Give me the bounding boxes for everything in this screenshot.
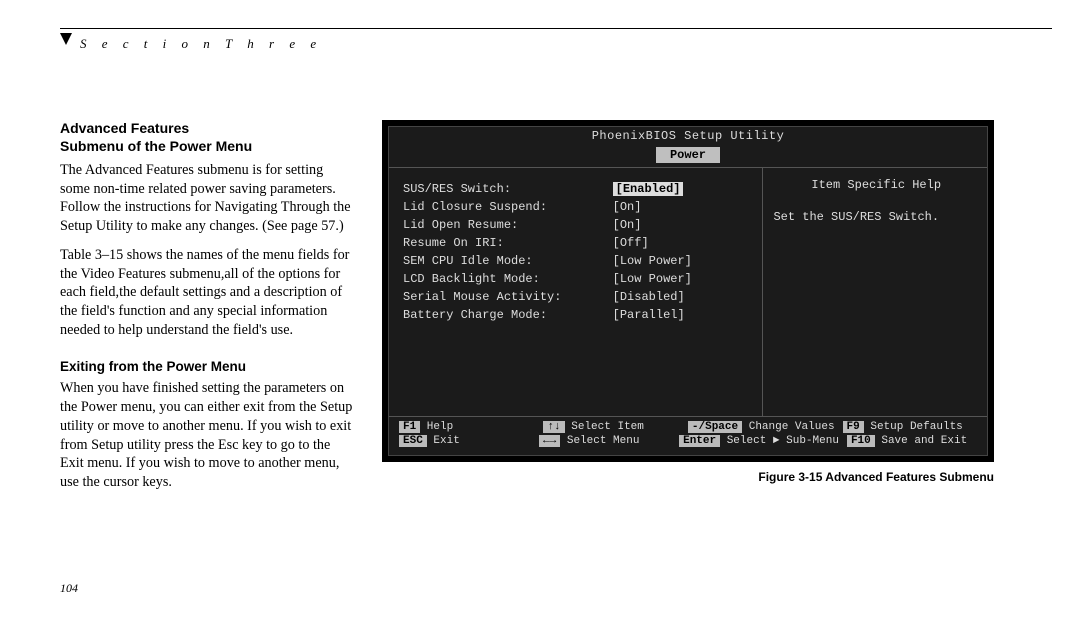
bios-field-label: Resume On IRI: (403, 236, 613, 250)
bios-menu-tab: Power (389, 147, 987, 163)
bios-screenshot: PhoenixBIOS Setup Utility Power SUS/RES … (382, 120, 994, 462)
bios-key-hint: ESC Exit (399, 435, 531, 447)
paragraph-exiting: When you have finished setting the param… (60, 379, 355, 491)
bios-key: ESC (399, 435, 427, 447)
heading-advanced-features: Advanced Features Submenu of the Power M… (60, 120, 355, 155)
bios-field-row: Lid Closure Suspend:[On] (403, 200, 752, 214)
bios-key-hint: F1 Help (399, 421, 535, 433)
heading-line2: Submenu of the Power Menu (60, 138, 252, 154)
bios-field-value: [Parallel] (613, 308, 753, 322)
bios-help-title: Item Specific Help (773, 178, 979, 192)
bios-tab-label: Power (656, 147, 720, 163)
bios-key: ←→ (539, 435, 560, 447)
paragraph-intro: The Advanced Features submenu is for set… (60, 161, 355, 236)
bios-key-hint: F10 Save and Exit (847, 435, 979, 447)
bios-key: -/Space (688, 421, 742, 433)
bios-field-label: Serial Mouse Activity: (403, 290, 613, 304)
bios-key: ↑↓ (543, 421, 564, 433)
bios-key: F1 (399, 421, 420, 433)
bios-title: PhoenixBIOS Setup Utility (389, 127, 987, 145)
bios-key: F10 (847, 435, 875, 447)
bios-key-hint: ←→ Select Menu (539, 435, 671, 447)
bios-field-row: LCD Backlight Mode:[Low Power] (403, 272, 752, 286)
page-number: 104 (60, 581, 78, 596)
bios-field-label: LCD Backlight Mode: (403, 272, 613, 286)
header-rule (60, 28, 1052, 29)
bios-field-value: [Low Power] (613, 272, 753, 286)
bios-field-label: Lid Open Resume: (403, 218, 613, 232)
bios-help-panel: Item Specific Help Set the SUS/RES Switc… (763, 168, 987, 416)
bios-field-row: SEM CPU Idle Mode:[Low Power] (403, 254, 752, 268)
bios-key-hint: -/Space Change Values (688, 421, 835, 433)
bios-field-row: Resume On IRI:[Off] (403, 236, 752, 250)
bios-key: Enter (679, 435, 720, 447)
bios-key-hint: Enter Select ► Sub-Menu (679, 435, 839, 447)
bios-field-row: Battery Charge Mode:[Parallel] (403, 308, 752, 322)
figure-advanced-features: PhoenixBIOS Setup Utility Power SUS/RES … (382, 120, 994, 484)
bios-field-list: SUS/RES Switch:[Enabled]Lid Closure Susp… (389, 168, 763, 416)
bios-key-hint: F9 Setup Defaults (843, 421, 979, 433)
bios-help-text: Set the SUS/RES Switch. (773, 210, 979, 224)
bios-field-row: Serial Mouse Activity:[Disabled] (403, 290, 752, 304)
bios-field-label: SEM CPU Idle Mode: (403, 254, 613, 268)
heading-line1: Advanced Features (60, 120, 189, 136)
bios-field-value: [Off] (613, 236, 753, 250)
bios-footer-keys: F1 Help ↑↓ Select Item -/Space Change Valu… (389, 417, 987, 455)
paragraph-table-ref: Table 3–15 shows the names of the menu f… (60, 246, 355, 340)
bios-field-value: [On] (613, 200, 753, 214)
header-arrow-icon (60, 33, 72, 45)
bios-field-label: Lid Closure Suspend: (403, 200, 613, 214)
bios-field-value: [Disabled] (613, 290, 753, 304)
bios-field-label: Battery Charge Mode: (403, 308, 613, 322)
bios-field-value: [Enabled] (613, 182, 753, 196)
bios-field-label: SUS/RES Switch: (403, 182, 613, 196)
figure-caption: Figure 3-15 Advanced Features Submenu (382, 470, 994, 484)
bios-field-row: Lid Open Resume:[On] (403, 218, 752, 232)
bios-key: F9 (843, 421, 864, 433)
bios-field-value: [On] (613, 218, 753, 232)
bios-field-value: [Low Power] (613, 254, 753, 268)
bios-field-row: SUS/RES Switch:[Enabled] (403, 182, 752, 196)
section-label: S e c t i o n T h r e e (80, 36, 322, 52)
body-text-column: Advanced Features Submenu of the Power M… (60, 120, 355, 502)
heading-exiting: Exiting from the Power Menu (60, 358, 355, 376)
bios-key-hint: ↑↓ Select Item (543, 421, 679, 433)
